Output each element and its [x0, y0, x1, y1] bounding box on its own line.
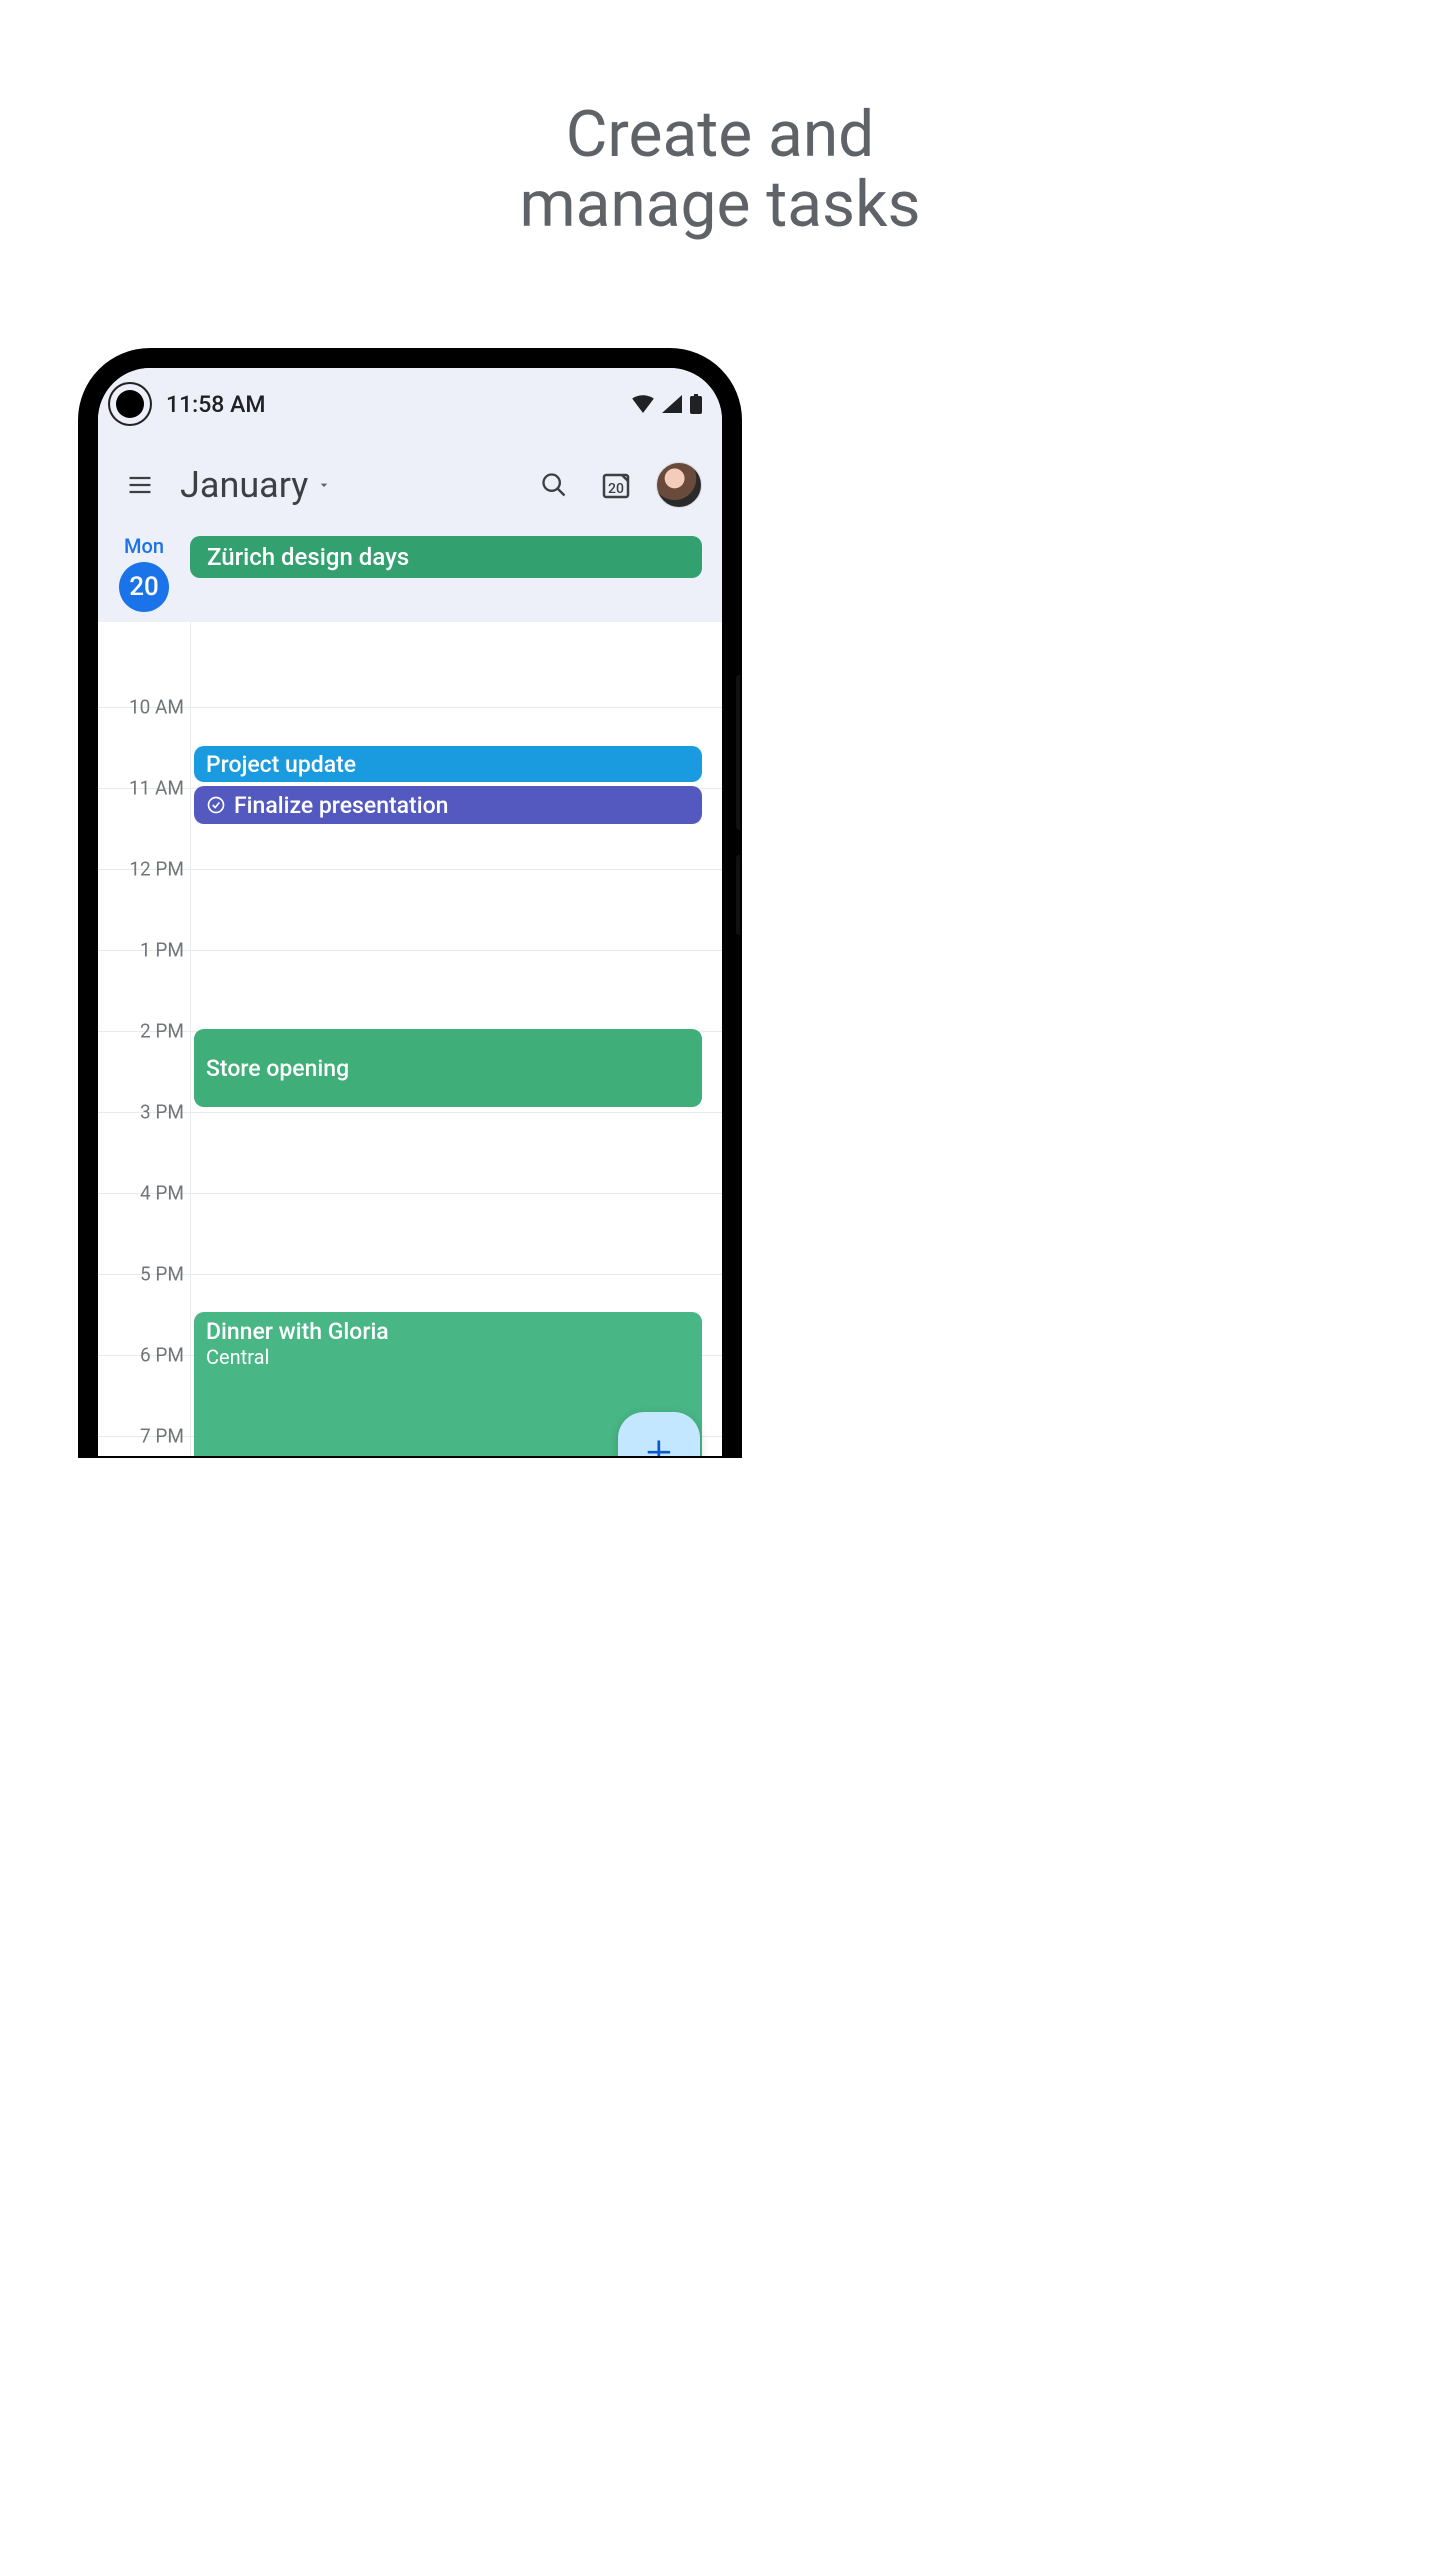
cellular-icon — [662, 395, 682, 413]
hour-label: 1 PM — [98, 939, 184, 962]
phone-frame: 11:58 AM January — [80, 350, 740, 1456]
today-button[interactable]: 20 — [594, 463, 638, 507]
hour-line — [98, 1112, 722, 1113]
chevron-down-icon — [316, 477, 332, 493]
search-button[interactable] — [532, 463, 576, 507]
day-number-badge: 20 — [119, 562, 169, 612]
calendar-today-icon: 20 — [600, 469, 632, 501]
hour-label: 5 PM — [98, 1263, 184, 1286]
hour-label: 2 PM — [98, 1020, 184, 1043]
hour-label: 10 AM — [98, 696, 184, 719]
allday-event-title: Zürich design days — [207, 543, 409, 571]
schedule-grid[interactable]: 10 AM 11 AM 12 PM 1 PM 2 PM 3 PM 4 PM 5 PM 6 PM 7… — [98, 622, 722, 1456]
account-avatar[interactable] — [656, 462, 702, 508]
volume-button — [736, 675, 740, 830]
hour-line — [98, 1193, 722, 1194]
month-picker[interactable]: January — [180, 464, 332, 506]
phone-screen: 11:58 AM January — [98, 368, 722, 1456]
hour-line — [98, 950, 722, 951]
hour-label: 11 AM — [98, 777, 184, 800]
status-bar: 11:58 AM — [98, 368, 722, 440]
event-finalize-presentation[interactable]: Finalize presentation — [194, 786, 702, 824]
promo-title: Create and manage tasks — [0, 100, 1440, 241]
hour-label: 12 PM — [98, 858, 184, 881]
event-subtitle: Central — [206, 1345, 690, 1369]
camera-hole — [110, 384, 150, 424]
event-title: Dinner with Gloria — [206, 1318, 389, 1345]
event-project-update[interactable]: Project update — [194, 746, 702, 782]
svg-text:20: 20 — [608, 481, 624, 497]
grid-divider — [190, 622, 191, 1456]
event-title: Finalize presentation — [234, 792, 448, 819]
wifi-icon — [632, 395, 654, 413]
battery-icon — [690, 394, 702, 414]
hour-line — [98, 1274, 722, 1275]
search-icon — [540, 471, 568, 499]
status-time: 11:58 AM — [166, 391, 265, 418]
promo-line1: Create and — [566, 97, 875, 172]
status-icons — [632, 394, 702, 414]
month-label: January — [180, 464, 308, 506]
hour-label: 7 PM — [98, 1425, 184, 1448]
hour-label: 6 PM — [98, 1344, 184, 1367]
create-fab[interactable]: + — [618, 1412, 700, 1456]
task-check-icon — [206, 795, 226, 815]
event-title: Project update — [206, 751, 356, 778]
event-store-opening[interactable]: Store opening — [194, 1029, 702, 1107]
hour-label: 3 PM — [98, 1101, 184, 1124]
hour-label: 4 PM — [98, 1182, 184, 1205]
hour-line — [98, 869, 722, 870]
day-header: Mon 20 Zürich design days — [98, 530, 722, 622]
app-bar: January 20 — [98, 440, 722, 530]
hour-line — [98, 707, 722, 708]
day-column[interactable]: Mon 20 — [98, 530, 190, 612]
allday-area: Zürich design days — [190, 530, 722, 612]
allday-event[interactable]: Zürich design days — [190, 536, 702, 578]
promo-line2: manage tasks — [519, 167, 920, 242]
weekday-label: Mon — [124, 534, 164, 558]
hamburger-icon — [126, 471, 154, 499]
power-button — [736, 855, 740, 935]
event-title: Store opening — [206, 1055, 349, 1082]
plus-icon: + — [646, 1430, 672, 1456]
menu-button[interactable] — [118, 463, 162, 507]
